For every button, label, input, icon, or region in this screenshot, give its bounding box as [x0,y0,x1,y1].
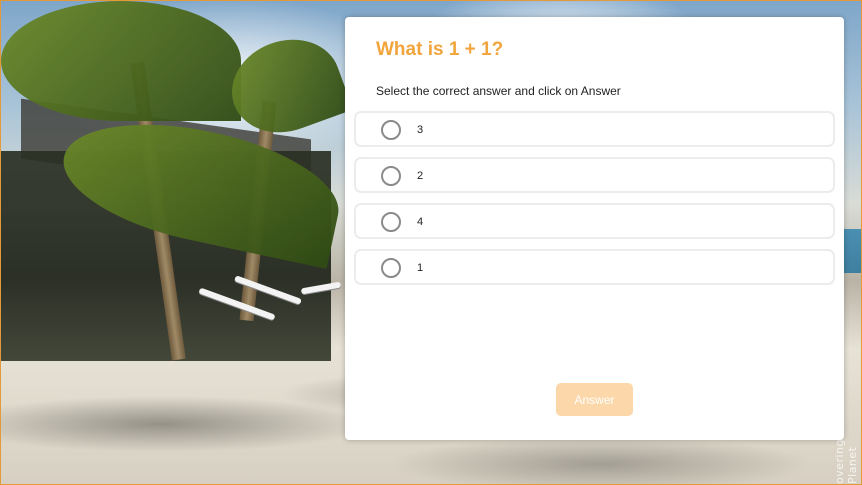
radio-button-icon[interactable] [381,166,401,186]
option-1[interactable]: 1 [354,249,835,285]
answer-button[interactable]: Answer [556,383,633,416]
question-title: What is 1 + 1? [376,39,504,60]
option-2[interactable]: 2 [354,157,835,193]
slide-stage: overing The Planet What is 1 + 1? Select… [0,0,862,485]
option-label: 2 [417,170,424,182]
radio-button-icon[interactable] [381,258,401,278]
option-4[interactable]: 4 [354,203,835,239]
palm-fronds [1,1,241,121]
option-3[interactable]: 3 [354,111,835,147]
radio-button-icon[interactable] [381,212,401,232]
quiz-card: What is 1 + 1? Select the correct answer… [345,17,844,440]
instruction-text: Select the correct answer and click on A… [376,84,621,98]
answer-options: 3 2 4 1 [354,111,835,295]
option-label: 1 [417,262,424,274]
radio-button-icon[interactable] [381,120,401,140]
option-label: 3 [417,124,424,136]
option-label: 4 [417,216,424,228]
